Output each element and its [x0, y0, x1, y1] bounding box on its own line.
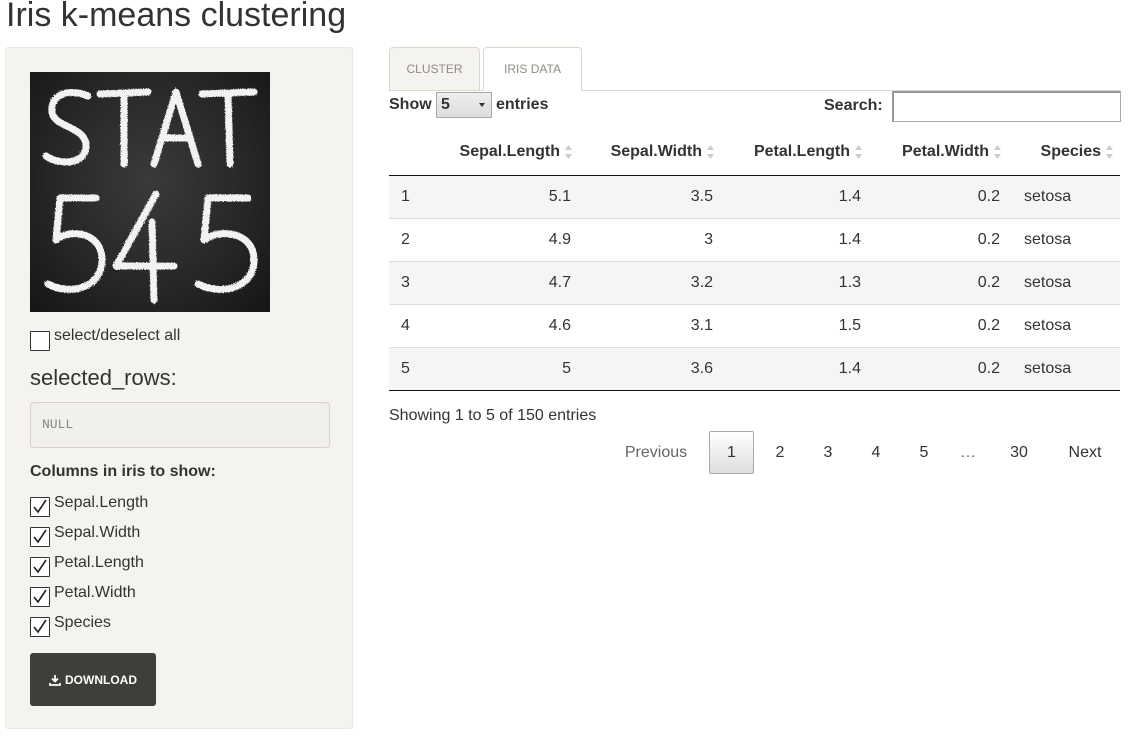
column-header-label: Petal.Width: [902, 143, 989, 161]
show-label: Show: [389, 96, 432, 113]
pagination-page-5[interactable]: 5: [902, 431, 946, 474]
entries-label: entries: [496, 96, 549, 113]
select-all-checkbox[interactable]: [30, 331, 50, 351]
row-name-cell: 3: [401, 273, 410, 291]
sepal-width-cell: 3.1: [690, 316, 713, 334]
row-name-cell: 2: [401, 230, 410, 248]
column-label-sepal-width: Sepal.Width: [54, 524, 141, 541]
check-icon: [33, 499, 47, 514]
column-header-label: Species: [1040, 143, 1101, 161]
column-header-rownames: [389, 130, 437, 176]
selected-rows-output: NULL: [30, 402, 330, 448]
download-button[interactable]: Download: [30, 653, 156, 706]
column-checkbox-petal-width[interactable]: [30, 587, 50, 607]
column-header-petal-width[interactable]: Petal.Width: [869, 130, 1008, 176]
petal-length-cell: 1.3: [838, 273, 861, 291]
column-label-species: Species: [54, 614, 111, 631]
sort-icon: [855, 145, 862, 160]
pagination-next[interactable]: Next: [1056, 431, 1114, 474]
column-header-petal-length[interactable]: Petal.Length: [721, 130, 869, 176]
column-header-sepal-width[interactable]: Sepal.Width: [579, 130, 721, 176]
table-row[interactable]: 1 5.1 3.5 1.4 0.2 setosa: [389, 175, 1120, 218]
petal-length-cell: 1.5: [838, 316, 861, 334]
tab-cluster[interactable]: Cluster: [389, 47, 480, 91]
check-icon: [33, 619, 47, 634]
column-header-label: Sepal.Width: [610, 143, 702, 161]
table-row[interactable]: 5 5 3.6 1.4 0.2 setosa: [389, 347, 1120, 391]
sort-icon: [565, 145, 572, 160]
column-label-sepal-length: Sepal.Length: [54, 494, 149, 511]
sepal-width-cell: 3.2: [690, 273, 713, 291]
column-header-sepal-length[interactable]: Sepal.Length: [437, 130, 579, 176]
petal-length-cell: 1.4: [721, 347, 869, 391]
column-checkbox-sepal-length[interactable]: [30, 497, 50, 517]
sidebar-panel: select/deselect all selected_rows: NULL …: [5, 47, 353, 729]
search-label: Search:: [824, 97, 883, 114]
sepal-width-cell: 3.5: [690, 187, 713, 205]
app-title: Iris k-means clustering: [6, 0, 347, 34]
column-checkbox-sepal-width[interactable]: [30, 527, 50, 547]
petal-width-cell: 0.2: [977, 316, 1000, 334]
check-icon: [33, 589, 47, 604]
petal-length-cell: 1.4: [838, 187, 861, 205]
table-row[interactable]: 2 4.9 3 1.4 0.2 setosa: [389, 218, 1120, 261]
check-icon: [33, 529, 47, 544]
pagination-previous[interactable]: Previous: [612, 431, 700, 474]
pagination-page-2[interactable]: 2: [758, 431, 802, 474]
page-length-value: 5: [441, 96, 450, 113]
table-row[interactable]: 4 4.6 3.1 1.5 0.2 setosa: [389, 304, 1120, 347]
petal-width-cell: 0.2: [977, 230, 1000, 248]
dropdown-arrow-icon: [479, 103, 485, 107]
species-cell: setosa: [1008, 347, 1120, 391]
iris-data-table: Sepal.Length Sepal.Width Petal.Length Pe…: [389, 130, 1120, 391]
species-cell: setosa: [1024, 187, 1072, 205]
sort-icon: [1106, 145, 1113, 160]
sepal-width-cell: 3.6: [579, 347, 721, 391]
row-name-cell: 1: [401, 187, 410, 205]
table-header-row: Sepal.Length Sepal.Width Petal.Length Pe…: [389, 130, 1120, 176]
species-cell: setosa: [1024, 273, 1072, 291]
pagination-page-4[interactable]: 4: [854, 431, 898, 474]
sort-icon: [994, 145, 1001, 160]
tab-iris-data[interactable]: Iris Data: [483, 47, 582, 91]
sepal-length-cell: 5.1: [548, 187, 571, 205]
petal-width-cell: 0.2: [869, 347, 1008, 391]
column-header-species[interactable]: Species: [1008, 130, 1120, 176]
pagination-ellipsis: …: [960, 443, 976, 461]
row-name-cell: 5: [389, 347, 437, 391]
column-header-label: Petal.Length: [753, 143, 850, 161]
row-name-cell: 4: [401, 316, 410, 334]
sepal-width-cell: 3: [704, 230, 713, 248]
column-label-petal-width: Petal.Width: [54, 584, 136, 601]
select-all-label: select/deselect all: [54, 327, 181, 344]
sepal-length-cell: 4.6: [548, 316, 571, 334]
stat545-logo: [30, 72, 270, 312]
species-cell: setosa: [1024, 316, 1072, 334]
pagination-page-30[interactable]: 30: [994, 431, 1044, 474]
sort-icon: [707, 145, 714, 160]
column-checkbox-species[interactable]: [30, 617, 50, 637]
column-label-petal-length: Petal.Length: [54, 554, 144, 571]
species-cell: setosa: [1024, 230, 1072, 248]
petal-width-cell: 0.2: [977, 273, 1000, 291]
columns-label: Columns in iris to show:: [30, 463, 216, 480]
pagination-page-1[interactable]: 1: [709, 431, 754, 474]
logo-chalk-text: [42, 88, 258, 304]
sepal-length-cell: 4.9: [548, 230, 571, 248]
pagination-page-3[interactable]: 3: [806, 431, 850, 474]
table-row[interactable]: 3 4.7 3.2 1.3 0.2 setosa: [389, 261, 1120, 304]
download-icon: [49, 674, 61, 686]
page-length-select[interactable]: 5: [436, 92, 492, 118]
selected-rows-label: selected_rows:: [30, 365, 177, 390]
download-button-label: Download: [65, 672, 137, 687]
table-info: Showing 1 to 5 of 150 entries: [389, 407, 597, 424]
sepal-length-cell: 4.7: [548, 273, 571, 291]
petal-length-cell: 1.4: [838, 230, 861, 248]
search-input[interactable]: [892, 91, 1121, 122]
column-checkbox-petal-length[interactable]: [30, 557, 50, 577]
column-header-label: Sepal.Length: [459, 143, 560, 161]
petal-width-cell: 0.2: [977, 187, 1000, 205]
sepal-length-cell: 5: [437, 347, 579, 391]
check-icon: [33, 559, 47, 574]
